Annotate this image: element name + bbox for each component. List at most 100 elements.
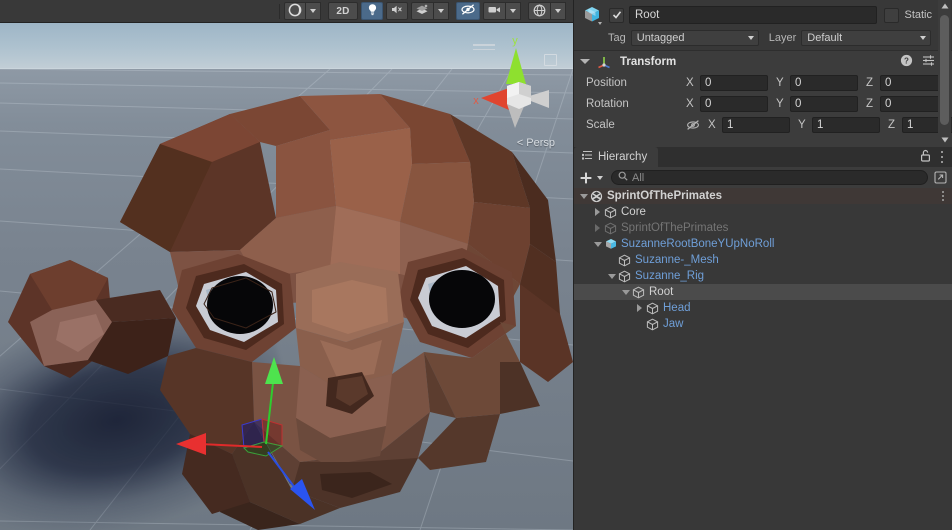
chevron-down-icon bbox=[555, 9, 561, 13]
help-icon[interactable]: ? bbox=[900, 54, 913, 70]
transform-header[interactable]: Transform ? bbox=[574, 51, 952, 72]
search-icon bbox=[618, 171, 628, 184]
search-input[interactable]: All bbox=[611, 170, 928, 185]
inspector-panel: Root Static Tag Untagged Layer Default T… bbox=[573, 0, 952, 148]
right-panel-column: Root Static Tag Untagged Layer Default T… bbox=[573, 0, 952, 530]
scene-context-menu-icon[interactable] bbox=[942, 191, 944, 201]
constrain-proportions-icon[interactable] bbox=[686, 119, 700, 131]
fx-caret[interactable] bbox=[434, 2, 449, 20]
twirl-down-icon[interactable] bbox=[578, 188, 589, 204]
tag-value: Untagged bbox=[636, 32, 685, 44]
gizmos-caret[interactable] bbox=[551, 2, 566, 20]
hierarchy-item-head[interactable]: Head bbox=[574, 300, 952, 316]
chevron-down-icon[interactable] bbox=[597, 175, 603, 180]
scale-label: Scale bbox=[586, 119, 615, 131]
scene-visibility-toggle[interactable] bbox=[456, 2, 480, 20]
gameobject-enabled-checkbox[interactable] bbox=[609, 7, 624, 23]
scroll-down-icon[interactable] bbox=[938, 134, 951, 145]
draw-mode-caret[interactable] bbox=[306, 2, 321, 20]
axis-y-label: Y bbox=[776, 98, 784, 110]
hierarchy-item-sprintoftheprimates[interactable]: SprintOfThePrimates bbox=[574, 188, 952, 204]
audio-toggle[interactable] bbox=[386, 2, 408, 20]
search-popout-icon[interactable] bbox=[934, 171, 947, 184]
hierarchy-item-suzannerootboneyupnoroll[interactable]: SuzanneRootBoneYUpNoRoll bbox=[574, 236, 952, 252]
gameobject-name-field[interactable]: Root bbox=[629, 6, 878, 24]
rotation-x-field[interactable]: 0 bbox=[700, 96, 768, 112]
chevron-down-icon bbox=[920, 36, 927, 40]
scene-viewport[interactable]: y x < Persp bbox=[0, 22, 573, 530]
hierarchy-toolbar: All bbox=[574, 167, 952, 188]
gameobject-cube-icon bbox=[645, 300, 660, 316]
twirl-down-icon[interactable] bbox=[592, 236, 603, 252]
chevron-down-icon bbox=[510, 9, 516, 13]
scale-x-field[interactable]: 1 bbox=[722, 117, 790, 133]
translate-gizmo[interactable] bbox=[170, 352, 350, 527]
hierarchy-tree[interactable]: SprintOfThePrimates Core SprintOfThePrimat… bbox=[574, 188, 952, 530]
hierarchy-item-sprintoftheprimates[interactable]: SprintOfThePrimates bbox=[574, 220, 952, 236]
kebab-menu-icon[interactable] bbox=[940, 150, 943, 164]
twirl-down-icon[interactable] bbox=[606, 268, 617, 284]
inspector-scrollbar-thumb[interactable] bbox=[940, 15, 949, 125]
hierarchy-panel: Hierarchy All SprintOfThePrimates Core S… bbox=[573, 147, 952, 530]
transform-foldout-icon[interactable] bbox=[580, 59, 590, 64]
hierarchy-item-core[interactable]: Core bbox=[574, 204, 952, 220]
hierarchy-item-jaw[interactable]: Jaw bbox=[574, 316, 952, 332]
camera-settings-dropdown[interactable] bbox=[483, 2, 506, 20]
tag-dropdown[interactable]: Untagged bbox=[630, 30, 759, 46]
gizmo-x-label: x bbox=[473, 95, 479, 107]
twirl-down-icon[interactable] bbox=[620, 284, 631, 300]
hierarchy-item-root[interactable]: Root bbox=[574, 284, 952, 300]
scale-y-field[interactable]: 1 bbox=[812, 117, 880, 133]
scroll-up-icon[interactable] bbox=[938, 0, 951, 11]
camera-caret[interactable] bbox=[506, 2, 521, 20]
hierarchy-tabbar-icons bbox=[920, 147, 952, 167]
hierarchy-item-label: Suzanne_Rig bbox=[635, 270, 705, 282]
axis-y-label: Y bbox=[798, 119, 806, 131]
hierarchy-item-suzanne-rig[interactable]: Suzanne_Rig bbox=[574, 268, 952, 284]
2d-toggle[interactable]: 2D bbox=[328, 2, 358, 20]
tag-layer-row: Tag Untagged Layer Default bbox=[582, 28, 944, 48]
add-gameobject-button[interactable] bbox=[579, 171, 603, 185]
scene-lighting-toggle[interactable] bbox=[361, 2, 383, 20]
lightbulb-icon bbox=[366, 3, 379, 19]
rotation-fields: X 0 Y 0 Z 0 bbox=[686, 96, 948, 112]
scale-z-value: 1 bbox=[907, 119, 914, 131]
hierarchy-item-label: Jaw bbox=[663, 318, 684, 330]
lock-icon[interactable] bbox=[920, 149, 931, 165]
tag-label: Tag bbox=[608, 32, 626, 44]
position-x-field[interactable]: 0 bbox=[700, 75, 768, 91]
tab-hierarchy-label: Hierarchy bbox=[598, 151, 648, 163]
tab-hierarchy[interactable]: Hierarchy bbox=[574, 147, 659, 167]
layer-dropdown[interactable]: Default bbox=[801, 30, 932, 46]
hierarchy-item-suzanne-mesh[interactable]: Suzanne-_Mesh bbox=[574, 252, 952, 268]
hierarchy-item-label: SprintOfThePrimates bbox=[607, 190, 723, 202]
rotation-x-value: 0 bbox=[705, 98, 712, 110]
axis-y-label: Y bbox=[776, 77, 784, 89]
static-checkbox[interactable] bbox=[884, 7, 900, 23]
hierarchy-icon bbox=[581, 150, 593, 164]
scene-orientation-gizmo[interactable]: y x bbox=[463, 24, 563, 144]
twirl-right-icon[interactable] bbox=[592, 220, 603, 236]
chevron-down-icon bbox=[747, 36, 754, 40]
gameobject-cube-icon bbox=[645, 316, 660, 332]
eye-crossed-icon bbox=[460, 3, 476, 19]
prefab-cube-icon[interactable] bbox=[582, 4, 604, 26]
inspector-header: Root Static Tag Untagged Layer Default bbox=[574, 0, 952, 50]
scene-view[interactable]: 2D y x < Persp bbox=[0, 0, 573, 530]
hierarchy-item-label: Head bbox=[663, 302, 691, 314]
gameobject-cube-icon bbox=[603, 204, 618, 220]
position-y-field[interactable]: 0 bbox=[790, 75, 858, 91]
projection-label[interactable]: < Persp bbox=[517, 137, 555, 149]
gizmos-dropdown[interactable] bbox=[528, 2, 551, 20]
transform-icon bbox=[596, 54, 612, 70]
layer-value: Default bbox=[807, 32, 843, 44]
fx-dropdown[interactable] bbox=[411, 2, 434, 20]
search-placeholder: All bbox=[632, 171, 645, 184]
rotation-y-field[interactable]: 0 bbox=[790, 96, 858, 112]
preset-icon[interactable] bbox=[922, 54, 935, 70]
inspector-scrollbar[interactable] bbox=[938, 0, 951, 147]
layers-fx-icon bbox=[415, 3, 430, 19]
twirl-right-icon[interactable] bbox=[592, 204, 603, 220]
twirl-right-icon[interactable] bbox=[634, 300, 645, 316]
draw-mode-dropdown[interactable] bbox=[284, 2, 306, 20]
